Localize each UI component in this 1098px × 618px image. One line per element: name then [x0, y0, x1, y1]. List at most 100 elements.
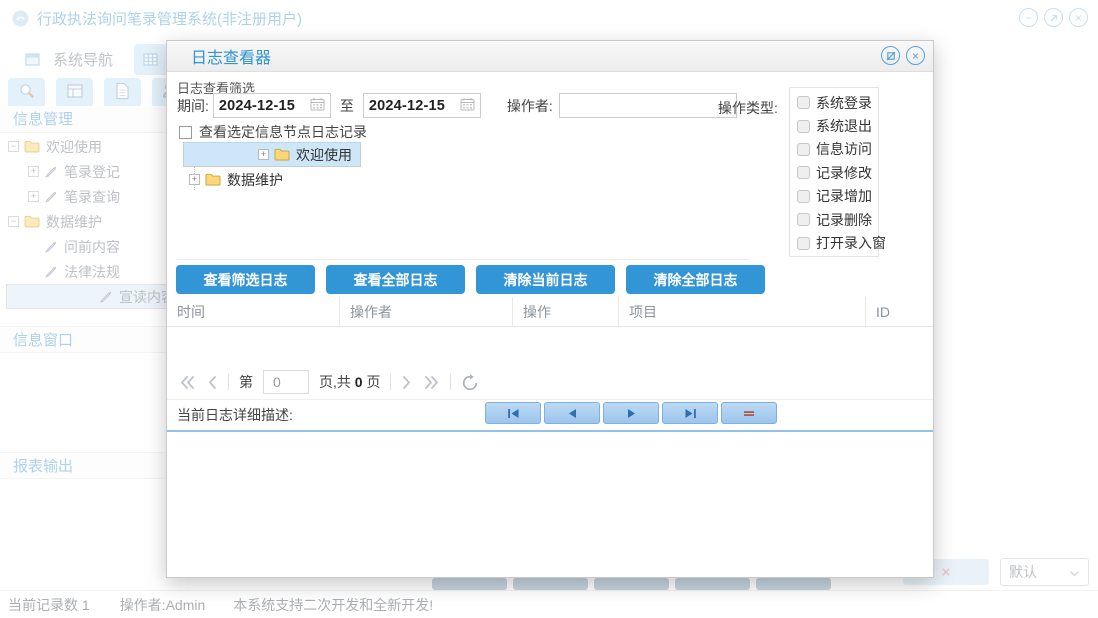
previous-page-icon[interactable] — [206, 375, 218, 390]
operation-type-option[interactable]: 信息访问 — [797, 138, 878, 161]
nav-last-button[interactable] — [662, 402, 718, 424]
sidebar-item-laws[interactable]: 法律法规 — [0, 259, 168, 284]
column-header-project[interactable]: 项目 — [619, 297, 866, 326]
sidebar-item-data-maintenance[interactable]: − 数据维护 — [0, 209, 168, 234]
column-header-operation[interactable]: 操作 — [513, 297, 619, 326]
background-button[interactable] — [594, 578, 669, 590]
expand-expander-icon[interactable]: + — [189, 174, 200, 185]
checkbox[interactable] — [797, 96, 810, 109]
last-page-icon[interactable] — [423, 375, 440, 390]
sidebar-section-info-window[interactable]: 信息窗口 — [0, 326, 168, 353]
search-tool-button[interactable] — [8, 78, 45, 108]
collapse-expander-icon[interactable]: − — [8, 141, 19, 152]
pen-icon — [99, 290, 113, 304]
folder-icon — [274, 148, 290, 161]
nav-prior-button[interactable] — [544, 402, 600, 424]
checkbox[interactable] — [797, 237, 810, 250]
node-filter-checkbox-row[interactable]: 查看选定信息节点日志记录 — [179, 122, 367, 142]
background-button[interactable] — [432, 578, 507, 590]
close-dialog-button[interactable]: × — [906, 46, 925, 65]
divider — [450, 374, 451, 390]
sidebar-section-label: 信息窗口 — [13, 332, 73, 349]
checkbox[interactable] — [797, 166, 810, 179]
option-label: 系统登录 — [816, 93, 872, 113]
maximize-button[interactable] — [1044, 8, 1063, 27]
operation-type-option[interactable]: 记录删除 — [797, 208, 878, 231]
calendar-icon[interactable] — [310, 97, 325, 114]
sidebar-item-label: 笔录登记 — [64, 162, 120, 182]
background-button[interactable] — [513, 578, 588, 590]
operator-label: 操作者: — [507, 96, 553, 116]
option-label: 记录增加 — [816, 186, 872, 206]
checkbox[interactable] — [797, 120, 810, 133]
page-prefix-label: 第 — [239, 372, 253, 392]
date-to-input[interactable]: 2024-12-15 — [363, 93, 481, 118]
nav-delete-button[interactable] — [721, 402, 777, 424]
operation-type-option[interactable]: 系统退出 — [797, 114, 878, 137]
column-header-id[interactable]: ID — [866, 297, 933, 326]
expand-expander-icon[interactable]: + — [258, 149, 269, 160]
view-all-logs-button[interactable]: 查看全部日志 — [326, 265, 465, 294]
table-tool-button[interactable] — [56, 78, 93, 108]
dialog-header[interactable]: 日志查看器 × — [167, 41, 933, 72]
checkbox[interactable] — [797, 213, 810, 226]
option-label: 记录删除 — [816, 210, 872, 230]
sidebar-section-report-output[interactable]: 报表输出 — [0, 452, 168, 479]
refresh-icon[interactable] — [461, 374, 479, 391]
sidebar-section-label: 信息管理 — [13, 111, 73, 128]
sidebar-item-welcome[interactable]: − 欢迎使用 — [0, 134, 168, 159]
next-page-icon[interactable] — [401, 375, 413, 390]
checkbox[interactable] — [797, 190, 810, 203]
window-controls: − × — [1019, 8, 1088, 27]
sidebar-item-record-register[interactable]: + 笔录登记 — [0, 159, 168, 184]
option-label: 记录修改 — [816, 163, 872, 183]
page-number-input[interactable] — [263, 370, 309, 394]
clear-all-logs-button[interactable]: 清除全部日志 — [626, 265, 765, 294]
theme-select[interactable]: 默认 — [1000, 558, 1089, 586]
date-from-input[interactable]: 2024-12-15 — [213, 93, 331, 118]
sidebar-item-label: 问前内容 — [64, 237, 120, 257]
grid-icon — [143, 53, 158, 66]
first-page-icon[interactable] — [179, 375, 196, 390]
nav-first-button[interactable] — [485, 402, 541, 424]
view-filtered-logs-button[interactable]: 查看筛选日志 — [176, 265, 315, 294]
dialog-tree-label: 欢迎使用 — [296, 145, 352, 165]
pen-icon — [44, 165, 58, 179]
expand-expander-icon[interactable]: + — [28, 166, 39, 177]
date-from-value: 2024-12-15 — [219, 98, 310, 114]
collapse-expander-icon[interactable]: − — [8, 216, 19, 227]
expand-expander-icon[interactable]: + — [28, 191, 39, 202]
calendar-icon[interactable] — [460, 97, 475, 114]
minimize-button[interactable]: − — [1019, 8, 1038, 27]
chevron-down-icon — [1069, 564, 1080, 580]
tab-system-nav[interactable]: 系统导航 — [16, 44, 122, 75]
dialog-tree: + 欢迎使用 + 数据维护 — [177, 142, 749, 260]
operation-type-option[interactable]: 系统登录 — [797, 91, 878, 114]
dialog-tree-item-welcome[interactable]: + 欢迎使用 — [183, 142, 361, 167]
clear-current-logs-button[interactable]: 清除当前日志 — [476, 265, 615, 294]
sidebar-item-label: 数据维护 — [46, 212, 102, 232]
operation-type-option[interactable]: 记录修改 — [797, 161, 878, 184]
restore-disabled-icon[interactable] — [881, 46, 900, 65]
sidebar-item-pre-question[interactable]: 问前内容 — [0, 234, 168, 259]
checkbox[interactable] — [179, 126, 192, 139]
operation-type-option[interactable]: 打开录入窗 — [797, 231, 878, 254]
sidebar-section-info-management[interactable]: 信息管理 — [0, 106, 168, 133]
column-header-time[interactable]: 时间 — [167, 297, 340, 326]
divider — [390, 374, 391, 390]
operation-type-option[interactable]: 记录增加 — [797, 185, 878, 208]
dialog-title: 日志查看器 — [191, 44, 271, 68]
column-header-operator[interactable]: 操作者 — [340, 297, 513, 326]
background-button[interactable] — [756, 578, 831, 590]
background-button[interactable] — [675, 578, 750, 590]
nav-next-button[interactable] — [603, 402, 659, 424]
operator-select[interactable] — [559, 93, 737, 118]
document-tool-button[interactable] — [104, 78, 141, 108]
close-window-button[interactable]: × — [1069, 8, 1088, 27]
dialog-header-icons: × — [881, 46, 925, 65]
sidebar-item-record-query[interactable]: + 笔录查询 — [0, 184, 168, 209]
status-message: 本系统支持二次开发和全新开发! — [233, 595, 433, 615]
dialog-tree-item-data-maintenance[interactable]: + 数据维护 — [177, 167, 749, 192]
checkbox[interactable] — [797, 143, 810, 156]
sidebar-item-read-content[interactable]: 宣读内容 — [6, 284, 184, 309]
